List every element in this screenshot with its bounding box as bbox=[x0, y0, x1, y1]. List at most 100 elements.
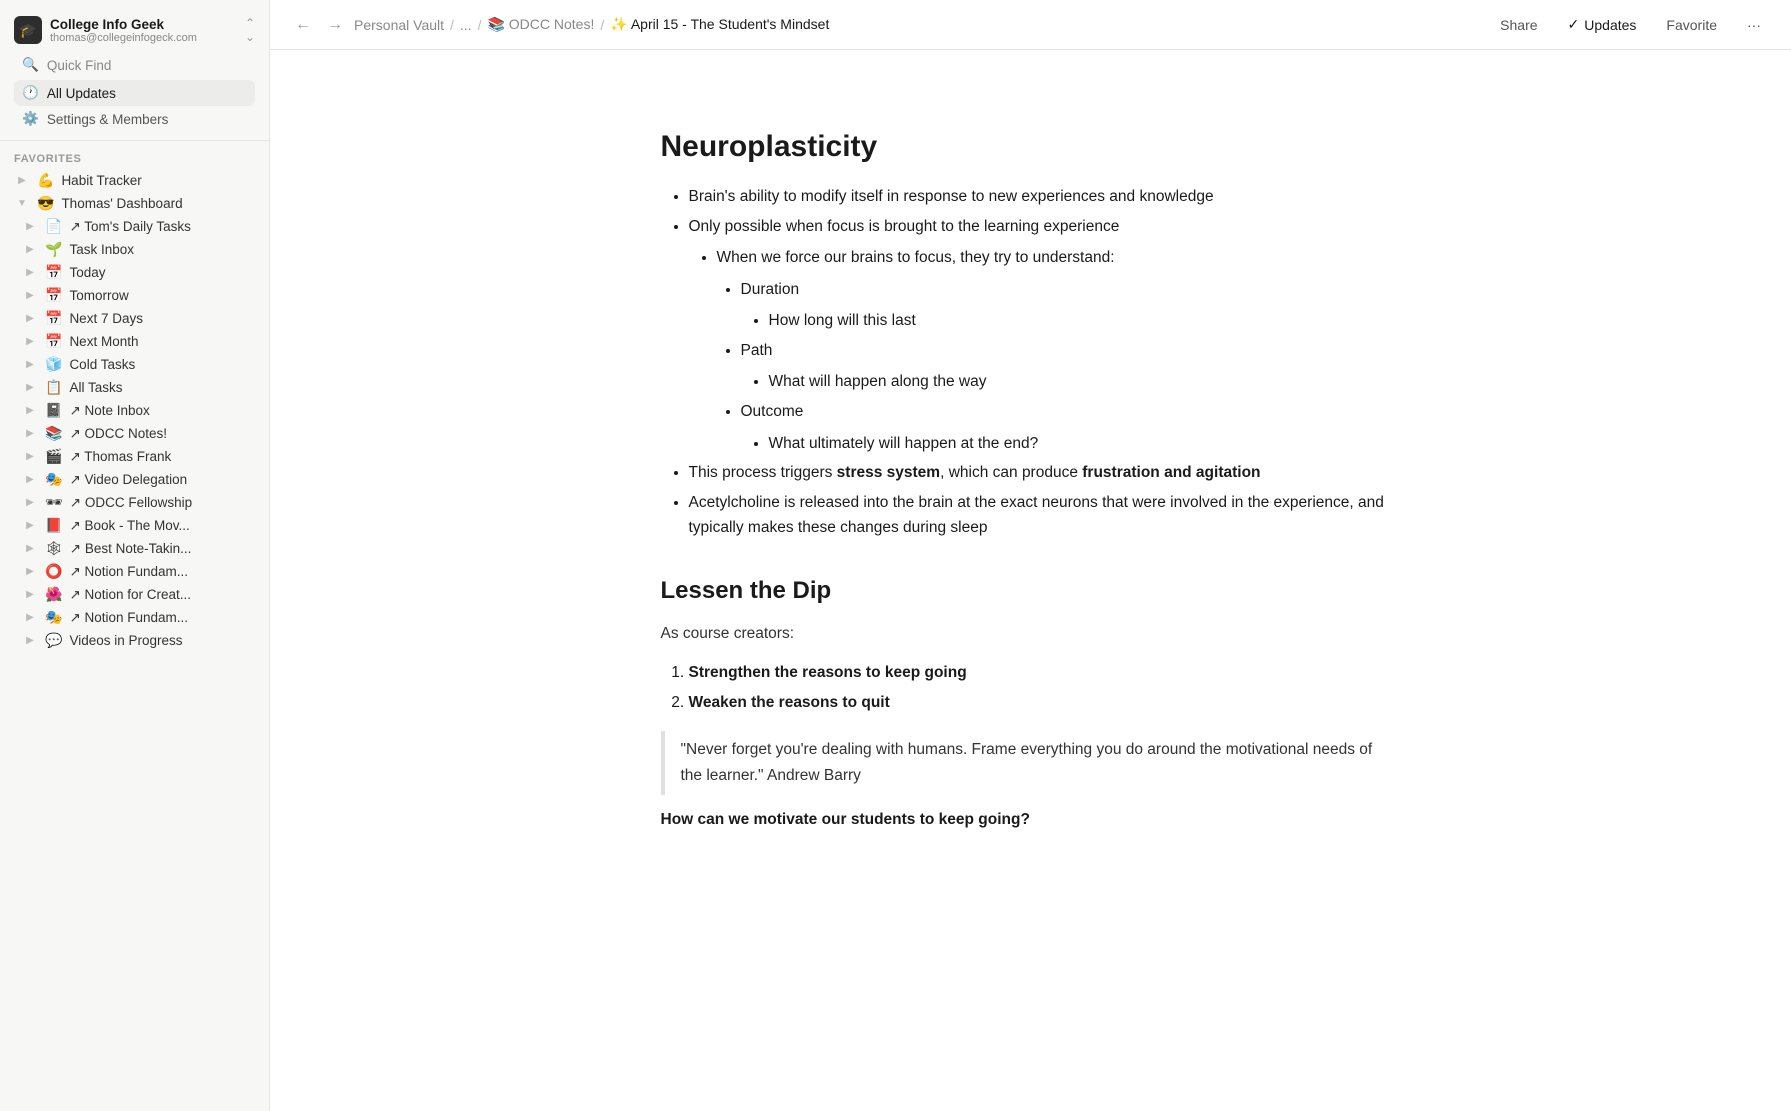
collapse-arrow-icon: ▶ bbox=[22, 497, 38, 508]
thomas-dashboard-icon: 😎 bbox=[37, 195, 54, 212]
odcc-notes-icon: 📚 bbox=[45, 425, 62, 442]
bullet-stress: This process triggers stress system, whi… bbox=[689, 460, 1401, 486]
sidebar-item-odcc-notes[interactable]: ▶ 📚 ↗ ODCC Notes! bbox=[6, 422, 263, 445]
best-note-label: ↗ Best Note-Takin... bbox=[70, 541, 255, 557]
collapse-arrow-icon: ▶ bbox=[22, 405, 38, 416]
sidebar-item-notion-creat[interactable]: ▶ 🌺 ↗ Notion for Creat... bbox=[6, 583, 263, 606]
workspace-icon: 🎓 bbox=[14, 16, 42, 44]
share-button[interactable]: Share bbox=[1490, 13, 1547, 37]
topbar-left: ← → Personal Vault / ... / 📚 ODCC Notes!… bbox=[290, 14, 829, 36]
ellipsis-icon: ··· bbox=[1747, 17, 1761, 33]
all-tasks-icon: 📋 bbox=[45, 379, 62, 396]
today-icon: 📅 bbox=[45, 264, 62, 281]
workspace-text: College Info Geek thomas@collegeinfogeck… bbox=[50, 17, 197, 44]
collapse-arrow-icon: ▶ bbox=[22, 612, 38, 623]
workspace-chevron-icon[interactable]: ⌃⌄ bbox=[245, 16, 255, 44]
notion-fundam1-label: ↗ Notion Fundam... bbox=[69, 564, 255, 580]
bullet-outcome-child: What ultimately will happen at the end? bbox=[769, 431, 1401, 457]
sidebar-item-toms-daily-tasks[interactable]: ▶ 📄 ↗ Tom's Daily Tasks bbox=[6, 215, 263, 238]
note-inbox-label: ↗ Note Inbox bbox=[69, 403, 255, 419]
book-mov-label: ↗ Book - The Mov... bbox=[69, 518, 255, 534]
favorite-button[interactable]: Favorite bbox=[1656, 13, 1727, 37]
workspace-info: 🎓 College Info Geek thomas@collegeinfoge… bbox=[14, 16, 197, 44]
neuroplasticity-bullets: Brain's ability to modify itself in resp… bbox=[661, 184, 1401, 541]
sub-bullet-list: When we force our brains to focus, they … bbox=[689, 245, 1401, 456]
updates-label: Updates bbox=[1584, 17, 1636, 33]
sidebar-item-notion-fundam1[interactable]: ▶ ⭕ ↗ Notion Fundam... bbox=[6, 560, 263, 583]
collapse-arrow-icon: ▶ bbox=[22, 336, 38, 347]
workspace-row: 🎓 College Info Geek thomas@collegeinfoge… bbox=[14, 12, 255, 52]
bold-question: How can we motivate our students to keep… bbox=[661, 811, 1401, 829]
updates-button[interactable]: ✓ Updates bbox=[1558, 12, 1647, 37]
gear-icon: ⚙️ bbox=[22, 111, 39, 127]
task-inbox-label: Task Inbox bbox=[69, 242, 255, 257]
more-options-button[interactable]: ··· bbox=[1737, 13, 1771, 37]
odcc-fellowship-label: ↗ ODCC Fellowship bbox=[70, 495, 255, 511]
sidebar-item-thomas-dashboard[interactable]: ▼ 😎 Thomas' Dashboard bbox=[6, 192, 263, 215]
sub-bullet-focus: When we force our brains to focus, they … bbox=[717, 245, 1401, 271]
workspace-email: thomas@collegeinfogeck.com bbox=[50, 32, 197, 44]
sidebar-item-tomorrow[interactable]: ▶ 📅 Tomorrow bbox=[6, 284, 263, 307]
breadcrumb-ellipsis[interactable]: ... bbox=[460, 17, 472, 33]
notion-fundam1-icon: ⭕ bbox=[45, 563, 62, 580]
sidebar: 🎓 College Info Geek thomas@collegeinfoge… bbox=[0, 0, 270, 1111]
collapse-arrow-icon: ▶ bbox=[22, 382, 38, 393]
page-content: Neuroplasticity Brain's ability to modif… bbox=[581, 50, 1481, 1111]
collapse-arrow-icon: ▶ bbox=[22, 635, 38, 646]
bullet-duration-child: How long will this last bbox=[769, 308, 1401, 334]
tomorrow-icon: 📅 bbox=[45, 287, 62, 304]
blockquote: "Never forget you're dealing with humans… bbox=[661, 731, 1401, 794]
outcome-children: What ultimately will happen at the end? bbox=[741, 431, 1401, 457]
odcc-notes-label: ↗ ODCC Notes! bbox=[69, 426, 255, 442]
sidebar-item-all-tasks[interactable]: ▶ 📋 All Tasks bbox=[6, 376, 263, 399]
all-updates-nav[interactable]: 🕐 All Updates bbox=[14, 80, 255, 106]
thomas-frank-label: ↗ Thomas Frank bbox=[69, 449, 255, 465]
sidebar-item-today[interactable]: ▶ 📅 Today bbox=[6, 261, 263, 284]
habit-tracker-label: Habit Tracker bbox=[61, 173, 255, 188]
stress-bold2: frustration and agitation bbox=[1082, 464, 1260, 481]
settings-nav[interactable]: ⚙️ Settings & Members bbox=[14, 106, 255, 132]
breadcrumb-sep-1: / bbox=[450, 17, 454, 33]
notion-fundam2-label: ↗ Notion Fundam... bbox=[69, 610, 255, 626]
sidebar-item-next-7-days[interactable]: ▶ 📅 Next 7 Days bbox=[6, 307, 263, 330]
sidebar-item-task-inbox[interactable]: ▶ 🌱 Task Inbox bbox=[6, 238, 263, 261]
topbar: ← → Personal Vault / ... / 📚 ODCC Notes!… bbox=[270, 0, 1791, 50]
breadcrumb-personal-vault[interactable]: Personal Vault bbox=[354, 17, 444, 33]
ordered-item-1: Strengthen the reasons to keep going bbox=[689, 660, 1401, 686]
section2-para: As course creators: bbox=[661, 621, 1401, 647]
book-icon: 📕 bbox=[45, 517, 62, 534]
sidebar-item-notion-fundam2[interactable]: ▶ 🎭 ↗ Notion Fundam... bbox=[6, 606, 263, 629]
notion-fundam2-icon: 🎭 bbox=[45, 609, 62, 626]
notion-creat-label: ↗ Notion for Creat... bbox=[69, 587, 255, 603]
sidebar-item-book-mov[interactable]: ▶ 📕 ↗ Book - The Mov... bbox=[6, 514, 263, 537]
sidebar-item-best-note[interactable]: ▶ 🕸 ↗ Best Note-Takin... bbox=[6, 537, 263, 560]
sidebar-item-note-inbox[interactable]: ▶ 📓 ↗ Note Inbox bbox=[6, 399, 263, 422]
sidebar-item-thomas-frank[interactable]: ▶ 🎬 ↗ Thomas Frank bbox=[6, 445, 263, 468]
quick-find-button[interactable]: 🔍 Quick Find bbox=[14, 52, 255, 78]
sidebar-item-cold-tasks[interactable]: ▶ 🧊 Cold Tasks bbox=[6, 353, 263, 376]
collapse-arrow-icon: ▶ bbox=[22, 290, 38, 301]
sidebar-item-videos-in-progress[interactable]: ▶ 💬 Videos in Progress bbox=[6, 629, 263, 652]
ordered-item-2: Weaken the reasons to quit bbox=[689, 690, 1401, 716]
sidebar-item-video-delegation[interactable]: ▶ 🎭 ↗ Video Delegation bbox=[6, 468, 263, 491]
sidebar-item-odcc-fellowship[interactable]: ▶ 🕶 ↗ ODCC Fellowship bbox=[6, 491, 263, 514]
next-7-days-icon: 📅 bbox=[45, 310, 62, 327]
clock-icon: 🕐 bbox=[22, 85, 39, 101]
habit-tracker-icon: 💪 bbox=[37, 172, 54, 189]
favorite-label: Favorite bbox=[1666, 17, 1717, 33]
bullet-duration: Duration How long will this last bbox=[741, 277, 1401, 334]
bullet-outcome: Outcome What ultimately will happen at t… bbox=[741, 399, 1401, 456]
sidebar-item-next-month[interactable]: ▶ 📅 Next Month bbox=[6, 330, 263, 353]
cold-tasks-icon: 🧊 bbox=[45, 356, 62, 373]
back-button[interactable]: ← bbox=[290, 14, 316, 36]
collapse-arrow-icon: ▶ bbox=[22, 520, 38, 531]
collapse-arrow-icon: ▶ bbox=[22, 221, 38, 232]
collapse-arrow-icon: ▼ bbox=[14, 198, 30, 209]
note-inbox-icon: 📓 bbox=[45, 402, 62, 419]
collapse-arrow-icon: ▶ bbox=[22, 474, 38, 485]
forward-button[interactable]: → bbox=[322, 14, 348, 36]
sidebar-item-habit-tracker[interactable]: ▶ 💪 Habit Tracker bbox=[6, 169, 263, 192]
breadcrumb-sep-2: / bbox=[478, 17, 482, 33]
dpe-bullets: Duration How long will this last Path Wh… bbox=[717, 277, 1401, 456]
breadcrumb-odcc-notes[interactable]: 📚 ODCC Notes! bbox=[487, 16, 594, 33]
